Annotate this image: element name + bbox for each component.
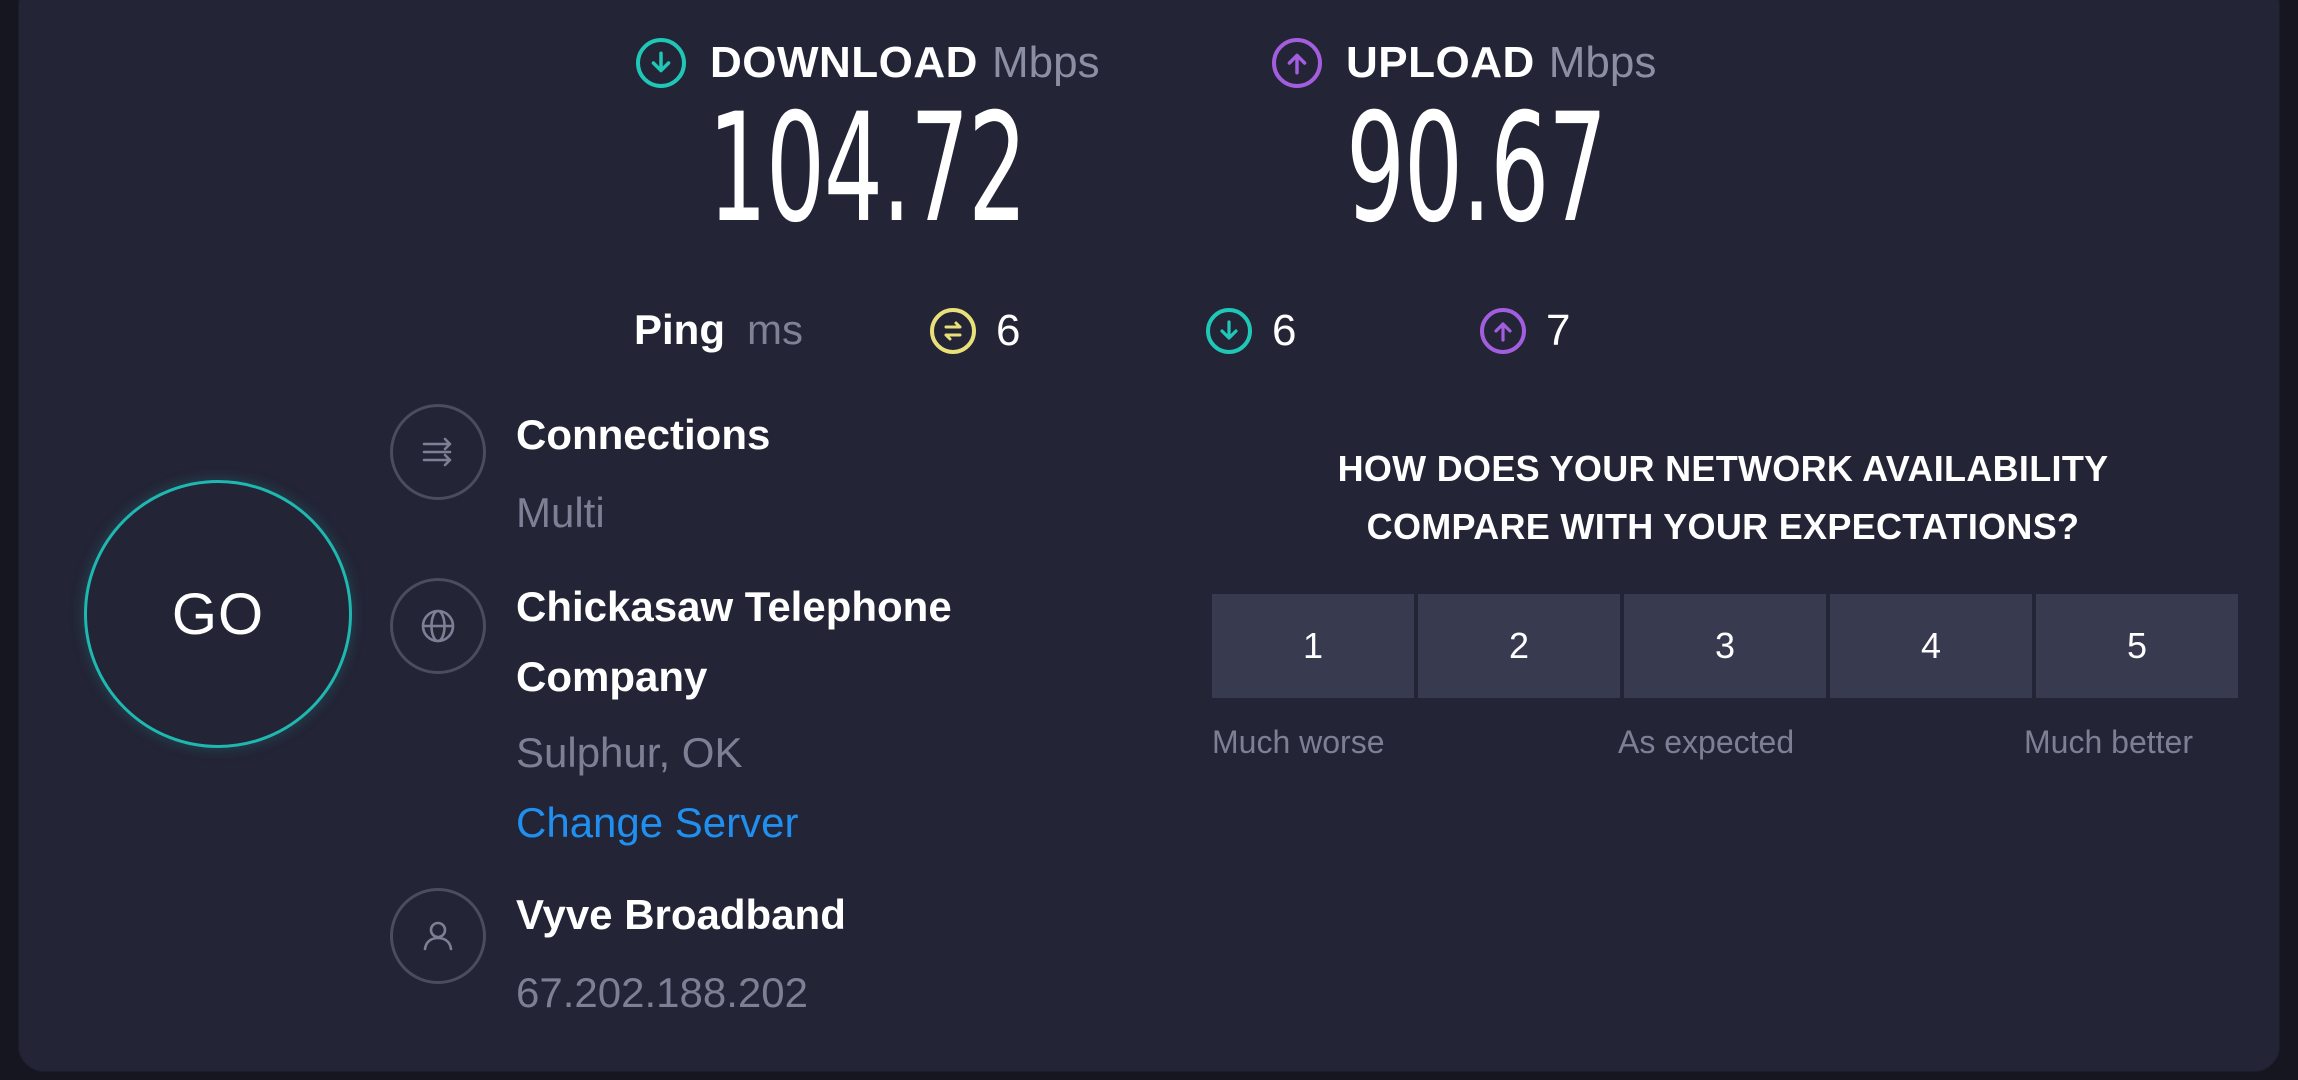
server-location: Sulphur, OK — [516, 729, 743, 776]
ping-unit: ms — [747, 306, 803, 353]
download-ping-icon — [1206, 308, 1252, 354]
connections-value[interactable]: Multi — [516, 478, 770, 548]
scale-label-high: Much better — [2024, 724, 2193, 760]
survey-question: HOW DOES YOUR NETWORK AVAILABILITY COMPA… — [1212, 440, 2234, 556]
survey-question-line1: HOW DOES YOUR NETWORK AVAILABILITY — [1337, 448, 2109, 489]
rating-button-4[interactable]: 4 — [1830, 594, 2032, 698]
rating-button-5[interactable]: 5 — [2036, 594, 2238, 698]
download-unit: Mbps — [991, 38, 1100, 87]
scale-label-mid: As expected — [1618, 724, 1795, 760]
server-block: Chickasaw Telephone Company Sulphur, OK … — [516, 572, 952, 858]
provider-ip: 67.202.188.202 — [516, 969, 808, 1016]
provider-name: Vyve Broadband — [516, 891, 846, 938]
idle-ping-icon — [930, 308, 976, 354]
upload-unit: Mbps — [1548, 38, 1657, 87]
change-server-link[interactable]: Change Server — [516, 788, 952, 858]
connections-icon — [390, 404, 486, 500]
ping-upload-value: 7 — [1546, 306, 1571, 355]
upload-label: UPLOAD — [1346, 38, 1535, 87]
ping-download: 6 — [1206, 304, 1296, 358]
scale-label-low: Much worse — [1212, 724, 1385, 760]
server-name-line1: Chickasaw Telephone — [516, 583, 952, 630]
provider-block: Vyve Broadband 67.202.188.202 — [516, 880, 846, 1028]
server-name-line2: Company — [516, 653, 708, 700]
download-label: DOWNLOAD — [710, 38, 978, 87]
ping-label: Ping — [634, 306, 725, 353]
ping-upload: 7 — [1480, 304, 1570, 358]
download-value: 104.72 — [708, 82, 1027, 256]
survey-question-line2: COMPARE WITH YOUR EXPECTATIONS? — [1366, 506, 2080, 547]
go-button[interactable]: GO — [84, 480, 352, 748]
rating-scale: 1 2 3 4 5 — [1212, 594, 2238, 698]
ping-idle-value: 6 — [996, 306, 1021, 355]
connections-block: Connections Multi — [516, 400, 770, 548]
rating-button-2[interactable]: 2 — [1418, 594, 1620, 698]
ping-idle: 6 — [930, 304, 1020, 358]
download-arrow-icon — [636, 38, 686, 88]
globe-icon — [390, 578, 486, 674]
rating-button-1[interactable]: 1 — [1212, 594, 1414, 698]
upload-arrow-icon — [1272, 38, 1322, 88]
connections-title: Connections — [516, 411, 771, 458]
rating-button-3[interactable]: 3 — [1624, 594, 1826, 698]
upload-ping-icon — [1480, 308, 1526, 354]
user-icon — [390, 888, 486, 984]
ping-label-group: Ping ms — [634, 300, 803, 360]
upload-value: 90.67 — [1346, 82, 1607, 256]
ping-download-value: 6 — [1272, 306, 1297, 355]
